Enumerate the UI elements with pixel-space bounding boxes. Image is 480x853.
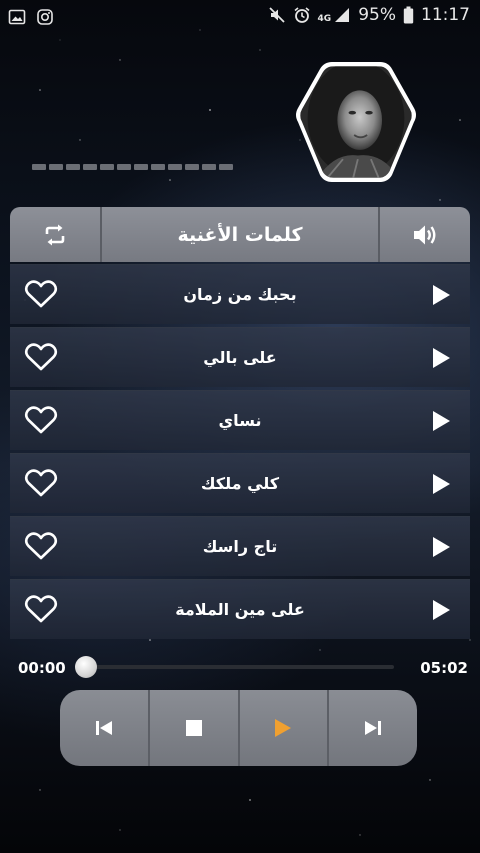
play-icon[interactable]: [430, 347, 452, 369]
play-button[interactable]: [237, 690, 328, 766]
skip-previous-icon: [95, 721, 112, 735]
seek-knob[interactable]: [75, 656, 97, 678]
play-icon[interactable]: [430, 410, 452, 432]
repeat-button[interactable]: [10, 207, 102, 262]
heart-outline-icon[interactable]: [24, 405, 58, 435]
play-icon[interactable]: [430, 599, 452, 621]
song-row[interactable]: نساي: [10, 390, 470, 450]
song-row[interactable]: تاج راسك: [10, 516, 470, 576]
volume-button[interactable]: [378, 207, 470, 262]
song-list: بحبك من زمان على بالي نساي كلي ملكك تاج …: [10, 264, 470, 642]
repeat-icon: [45, 224, 65, 245]
heart-outline-icon[interactable]: [24, 342, 58, 372]
play-icon[interactable]: [430, 473, 452, 495]
play-icon[interactable]: [430, 536, 452, 558]
instagram-icon: [37, 9, 53, 25]
previous-button[interactable]: [60, 690, 148, 766]
heart-outline-icon[interactable]: [24, 279, 58, 309]
visualizer-dashes: [32, 164, 233, 170]
mute-icon: [268, 7, 285, 23]
song-title: كلي ملكك: [200, 474, 280, 493]
total-time: 05:02: [420, 659, 468, 677]
playback-controls: [60, 690, 417, 766]
stop-icon: [185, 720, 202, 736]
stop-button[interactable]: [147, 690, 238, 766]
song-row[interactable]: على مين الملامة: [10, 579, 470, 639]
next-button[interactable]: [327, 690, 417, 766]
skip-next-icon: [365, 721, 382, 735]
play-icon: [275, 719, 292, 737]
clock: 11:17: [421, 5, 470, 25]
battery-percent: 95%: [358, 5, 396, 25]
artist-avatar[interactable]: [292, 58, 420, 186]
song-title: على مين الملامة: [175, 600, 305, 619]
song-title: بحبك من زمان: [183, 285, 297, 304]
song-row[interactable]: على بالي: [10, 327, 470, 387]
volume-icon: [414, 225, 436, 244]
current-time: 00:00: [18, 659, 66, 677]
song-title: على بالي: [203, 348, 277, 367]
song-row[interactable]: بحبك من زمان: [10, 264, 470, 324]
alarm-icon: [294, 7, 310, 23]
song-title: تاج راسك: [202, 537, 278, 556]
network-type-label: 4G: [317, 14, 332, 24]
gallery-icon: [8, 9, 26, 25]
signal-icon: [335, 8, 350, 22]
lyrics-title-button[interactable]: كلمات الأغنية: [102, 207, 378, 262]
song-title: نساي: [218, 411, 262, 430]
seek-bar[interactable]: [84, 665, 394, 669]
heart-outline-icon[interactable]: [24, 531, 58, 561]
heart-outline-icon[interactable]: [24, 594, 58, 624]
lyrics-header-bar: كلمات الأغنية: [10, 207, 470, 262]
battery-icon: [403, 6, 414, 24]
play-icon[interactable]: [430, 284, 452, 306]
heart-outline-icon[interactable]: [24, 468, 58, 498]
song-row[interactable]: كلي ملكك: [10, 453, 470, 513]
status-bar: 4G 95% 11:17: [0, 0, 480, 34]
